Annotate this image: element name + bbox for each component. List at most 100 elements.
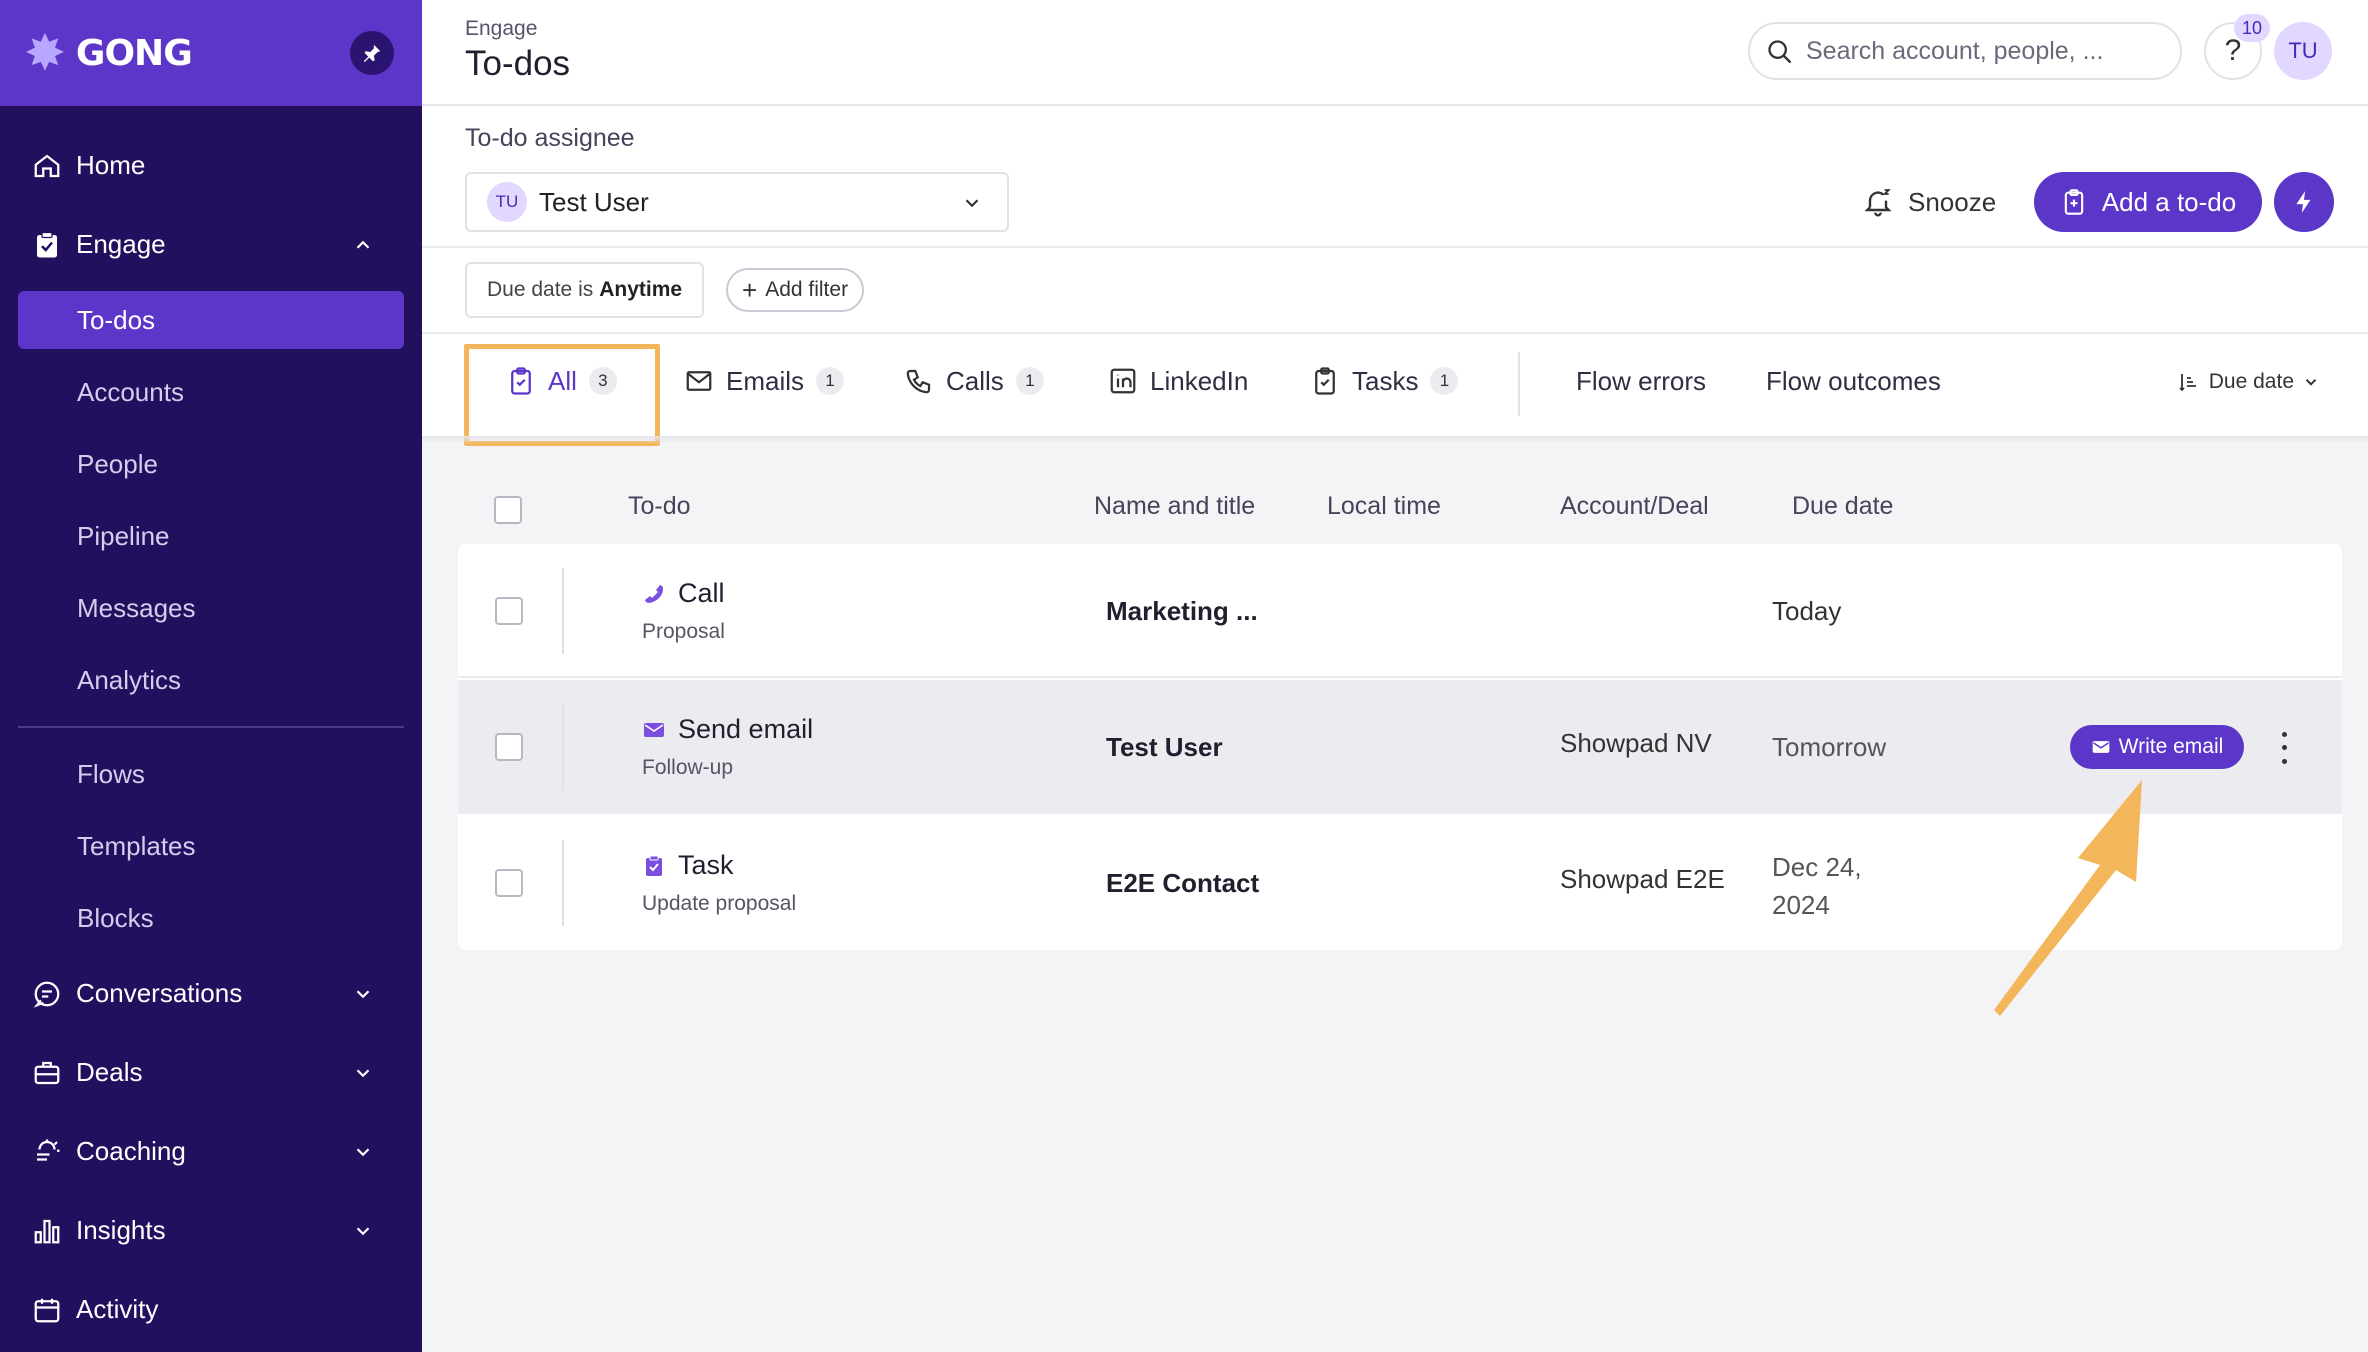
add-todo-button[interactable]: Add a to-do bbox=[2034, 172, 2262, 232]
column-header-todo[interactable]: To-do bbox=[628, 492, 691, 521]
row-checkbox[interactable] bbox=[495, 733, 523, 761]
table-row[interactable]: Call Proposal Marketing ... Today bbox=[458, 544, 2342, 678]
chevron-down-icon bbox=[2305, 379, 2317, 386]
divider bbox=[422, 246, 2368, 248]
todo-type: Task bbox=[642, 850, 734, 881]
tab-all[interactable]: All 3 bbox=[506, 346, 617, 416]
write-email-label: Write email bbox=[2118, 735, 2224, 758]
sidebar-item-deals[interactable]: Deals bbox=[0, 1033, 422, 1112]
row-divider bbox=[562, 840, 564, 926]
panel-shadow bbox=[422, 436, 2368, 444]
avatar[interactable]: TU bbox=[2274, 22, 2332, 80]
briefcase-icon bbox=[30, 1056, 64, 1090]
sidebar-divider bbox=[18, 726, 404, 728]
column-header-local-time[interactable]: Local time bbox=[1327, 492, 1441, 521]
tab-label: Tasks bbox=[1352, 365, 1419, 396]
snooze-bell-icon bbox=[1864, 189, 1892, 217]
sidebar: ✸ GONG Home Engage To-dos Accounts Peopl… bbox=[0, 0, 422, 1352]
contact-name[interactable]: Marketing ... bbox=[1106, 596, 1258, 627]
due-date: Today bbox=[1772, 596, 1842, 626]
bar-chart-icon bbox=[30, 1214, 64, 1248]
search-placeholder: Search account, people, ... bbox=[1806, 36, 2104, 65]
search-input[interactable]: Search account, people, ... bbox=[1748, 22, 2182, 80]
sidebar-item-engage[interactable]: Engage bbox=[0, 205, 422, 284]
sidebar-item-pipeline[interactable]: Pipeline bbox=[0, 500, 422, 572]
todo-controls-panel: To-do assignee TU Test User Snooze Add a… bbox=[422, 106, 2368, 446]
sort-dropdown[interactable]: Due date bbox=[2177, 370, 2320, 394]
page-title: To-dos bbox=[465, 44, 571, 83]
logo[interactable]: ✸ GONG bbox=[24, 25, 193, 81]
more-options-icon[interactable] bbox=[2274, 728, 2294, 768]
sidebar-header: ✸ GONG bbox=[0, 0, 422, 106]
tab-flow-outcomes[interactable]: Flow outcomes bbox=[1766, 346, 1941, 416]
search-icon bbox=[1768, 40, 1792, 64]
write-email-button[interactable]: Write email bbox=[2070, 725, 2244, 769]
breadcrumb[interactable]: Engage bbox=[465, 17, 537, 41]
sidebar-item-label: Activity bbox=[76, 1294, 159, 1324]
row-checkbox[interactable] bbox=[495, 597, 523, 625]
sidebar-item-home[interactable]: Home bbox=[0, 126, 422, 205]
tab-count: 1 bbox=[1015, 367, 1044, 395]
assignee-select[interactable]: TU Test User bbox=[465, 172, 1009, 232]
due-date-line: 2024 bbox=[1772, 890, 1830, 920]
tab-label: Emails bbox=[726, 365, 805, 396]
sidebar-item-templates[interactable]: Templates bbox=[0, 810, 422, 882]
due-date: Tomorrow bbox=[1772, 732, 1887, 762]
sidebar-item-analytics[interactable]: Analytics bbox=[0, 644, 422, 716]
tab-linkedin[interactable]: LinkedIn bbox=[1108, 346, 1248, 416]
sidebar-item-label: Insights bbox=[76, 1215, 166, 1245]
mail-icon bbox=[686, 371, 712, 391]
sidebar-item-activity[interactable]: Activity bbox=[0, 1270, 422, 1349]
notification-badge: 10 bbox=[2234, 14, 2270, 42]
sidebar-item-insights[interactable]: Insights bbox=[0, 1191, 422, 1270]
tab-label: Calls bbox=[946, 365, 1004, 396]
chevron-down-icon[interactable] bbox=[352, 983, 374, 1005]
chevron-up-icon[interactable] bbox=[352, 234, 374, 256]
sidebar-item-label: Home bbox=[76, 150, 146, 180]
chevron-down-icon[interactable] bbox=[352, 1220, 374, 1242]
tab-calls[interactable]: Calls 1 bbox=[904, 346, 1044, 416]
column-header-due-date[interactable]: Due date bbox=[1792, 492, 1893, 521]
lightning-bolt-icon bbox=[2296, 191, 2311, 213]
sidebar-item-label: Conversations bbox=[76, 978, 243, 1008]
account-name[interactable]: Showpad NV bbox=[1560, 728, 1712, 759]
select-all-checkbox[interactable] bbox=[494, 496, 522, 524]
chevron-down-icon[interactable] bbox=[352, 1062, 374, 1084]
add-filter-button[interactable]: + Add filter bbox=[726, 268, 865, 312]
column-header-account[interactable]: Account/Deal bbox=[1560, 492, 1709, 521]
add-todo-label: Add a to-do bbox=[2101, 186, 2237, 217]
table-header: To-do Name and title Local time Account/… bbox=[458, 478, 2342, 542]
phone-icon bbox=[645, 584, 663, 603]
coaching-icon bbox=[30, 1135, 64, 1169]
clipboard-icon bbox=[1315, 367, 1335, 395]
tab-emails[interactable]: Emails 1 bbox=[684, 346, 845, 416]
filter-prefix: Due date is bbox=[487, 278, 594, 301]
tab-tasks[interactable]: Tasks 1 bbox=[1310, 346, 1459, 416]
sidebar-item-people[interactable]: People bbox=[0, 428, 422, 500]
account-name[interactable]: Showpad E2E bbox=[1560, 864, 1725, 895]
column-header-name[interactable]: Name and title bbox=[1094, 492, 1255, 521]
sidebar-item-coaching[interactable]: Coaching bbox=[0, 1112, 422, 1191]
sidebar-item-accounts[interactable]: Accounts bbox=[0, 356, 422, 428]
tab-flow-errors[interactable]: Flow errors bbox=[1576, 346, 1706, 416]
gong-logo-icon: ✸ bbox=[24, 25, 66, 81]
sidebar-item-todos[interactable]: To-dos bbox=[18, 291, 404, 349]
contact-name[interactable]: Test User bbox=[1106, 732, 1223, 763]
todo-type-label: Send email bbox=[678, 714, 814, 744]
due-date-filter-chip[interactable]: Due date is Anytime bbox=[465, 262, 705, 318]
contact-name[interactable]: E2E Contact bbox=[1106, 868, 1259, 899]
quick-action-button[interactable] bbox=[2274, 172, 2334, 232]
sidebar-item-conversations[interactable]: Conversations bbox=[0, 954, 422, 1033]
clipboard-plus-icon bbox=[2064, 189, 2083, 215]
sidebar-item-blocks[interactable]: Blocks bbox=[0, 882, 422, 954]
sidebar-item-messages[interactable]: Messages bbox=[0, 572, 422, 644]
row-checkbox[interactable] bbox=[495, 869, 523, 897]
clipboard-check-icon bbox=[30, 228, 64, 262]
chevron-down-icon[interactable] bbox=[352, 1141, 374, 1163]
snooze-button[interactable]: Snooze bbox=[1862, 172, 1996, 232]
phone-icon bbox=[906, 369, 931, 394]
pin-sidebar-button[interactable] bbox=[350, 31, 394, 75]
todo-type: Send email bbox=[642, 714, 813, 745]
sidebar-item-flows[interactable]: Flows bbox=[0, 738, 422, 810]
row-divider bbox=[562, 704, 564, 790]
